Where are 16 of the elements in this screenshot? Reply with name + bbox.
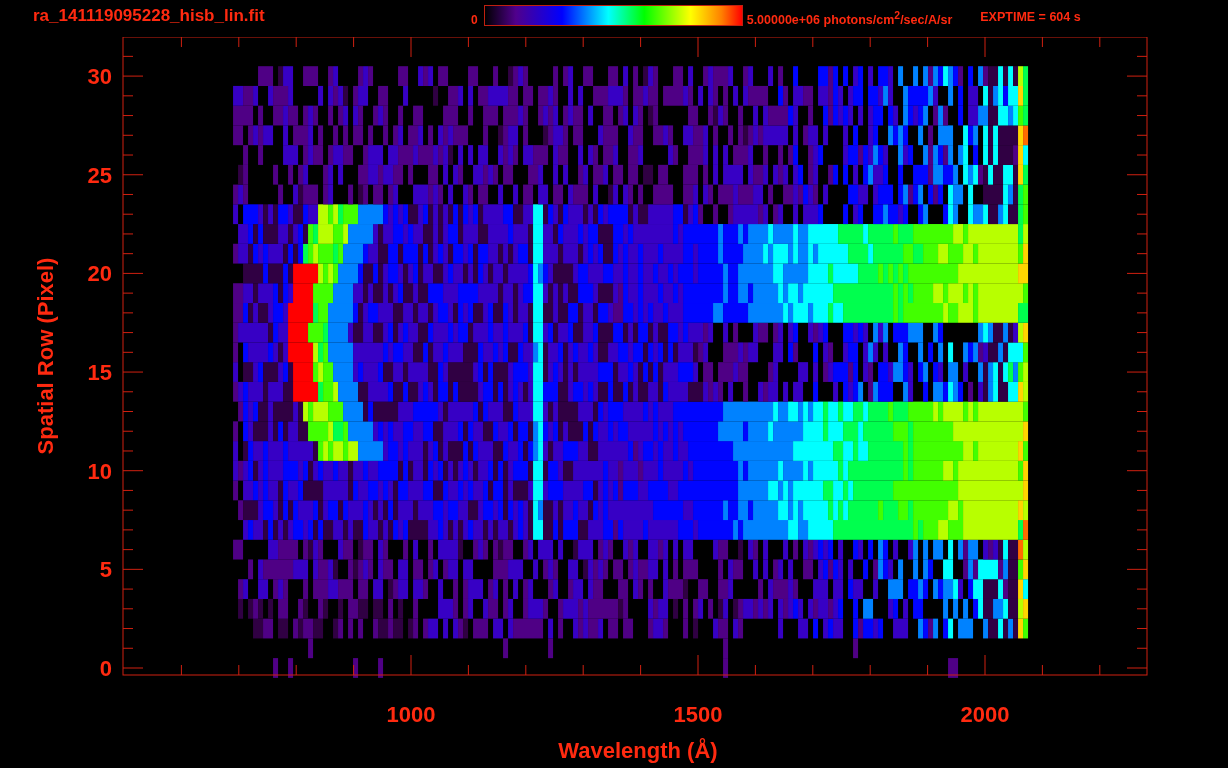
y-tick-label: 10	[87, 458, 112, 484]
x-tick-label: 1000	[386, 702, 436, 727]
y-tick-label: 25	[87, 162, 112, 188]
y-tick-label: 0	[99, 656, 112, 681]
y-tick-label: 20	[87, 261, 112, 287]
y-tick-label: 30	[87, 64, 112, 90]
y-tick-label: 15	[87, 360, 112, 386]
x-tick-label: 2000	[960, 702, 1010, 727]
colorbar-min-label: 0	[471, 13, 478, 27]
x-tick-label: 1500	[673, 702, 723, 727]
x-axis-title: Wavelength (Å)	[558, 738, 718, 763]
y-tick-label: 5	[99, 557, 112, 583]
y-axis-title: Spatial Row (Pixel)	[33, 257, 58, 455]
colorbar-max-label: 5.00000e+06 photons/cm$^{2}$/sec/A/sr	[746, 10, 953, 28]
exposure-time: EXPTIME = 604 s	[980, 10, 1081, 24]
file-title: ra_141119095228_hisb_lin.fit	[33, 6, 266, 26]
